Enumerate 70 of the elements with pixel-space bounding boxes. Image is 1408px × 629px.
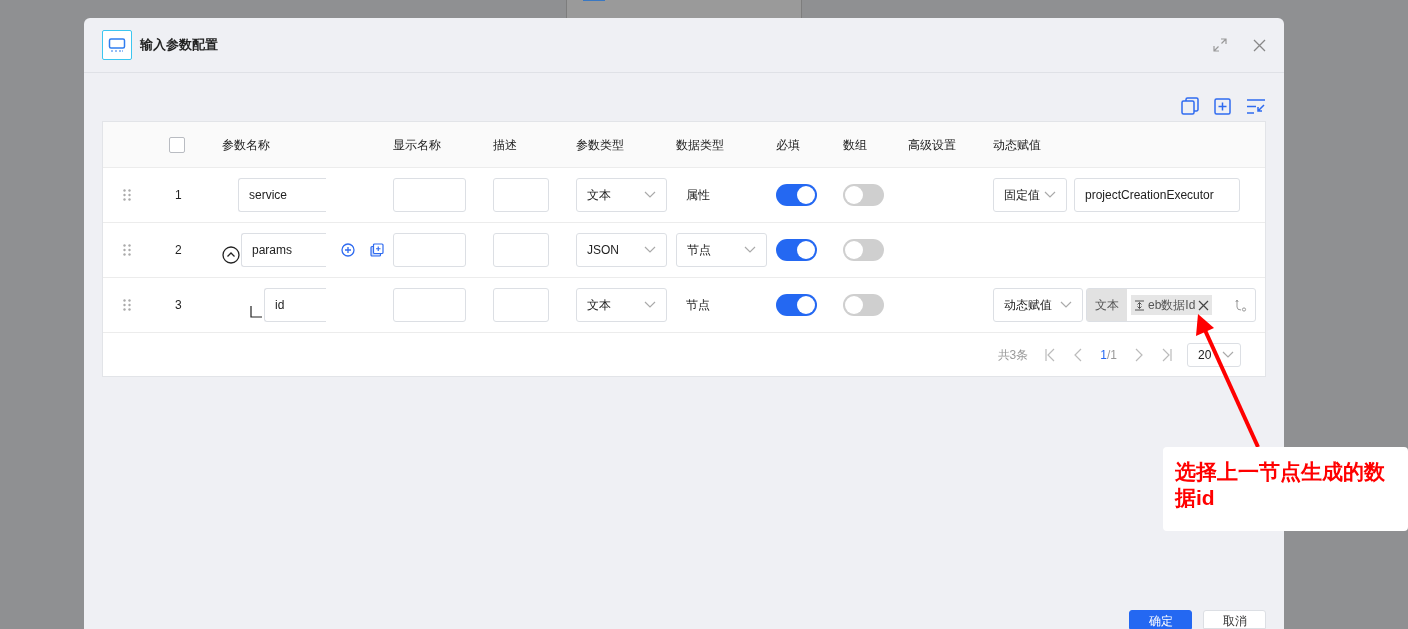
page-size-select[interactable]: 20 xyxy=(1187,342,1241,367)
maximize-icon[interactable] xyxy=(1213,38,1227,52)
param-type-select[interactable]: 文本 xyxy=(576,178,667,212)
description-field[interactable] xyxy=(493,178,549,212)
data-type-text: 节点 xyxy=(686,298,710,312)
chevron-down-icon xyxy=(644,191,656,199)
display-name-field[interactable] xyxy=(393,178,466,212)
chevron-down-icon xyxy=(644,246,656,254)
value-field[interactable]: projectCreationExecutor xyxy=(1074,178,1240,212)
display-name-field[interactable] xyxy=(393,233,466,267)
column-header: 描述 xyxy=(493,137,517,152)
column-header: 动态赋值 xyxy=(993,137,1041,152)
variable-icon xyxy=(1134,299,1145,311)
param-type-select[interactable]: 文本 xyxy=(576,288,667,322)
add-icon[interactable] xyxy=(1214,97,1231,115)
monitor-icon xyxy=(102,30,132,60)
copy-icon[interactable] xyxy=(1181,97,1199,115)
chevron-down-icon xyxy=(644,301,656,309)
remove-icon[interactable] xyxy=(1198,299,1210,311)
source-type-label: 文本 xyxy=(1087,289,1127,321)
data-type-text: 属性 xyxy=(686,188,710,202)
variable-tag[interactable]: eb数据Id xyxy=(1131,295,1213,315)
name-field[interactable]: id xyxy=(264,288,326,322)
description-field[interactable] xyxy=(493,233,549,267)
collapse-list-icon[interactable] xyxy=(1246,97,1266,115)
column-header: 数组 xyxy=(843,137,867,152)
name-field[interactable]: service xyxy=(238,178,326,212)
collapse-icon[interactable] xyxy=(222,246,240,264)
chevron-down-icon xyxy=(1060,301,1072,309)
cancel-button[interactable]: 取消 xyxy=(1203,610,1266,629)
select-all-checkbox[interactable] xyxy=(169,136,185,153)
tree-line-icon xyxy=(250,306,262,318)
display-name-field[interactable] xyxy=(393,288,466,322)
close-icon[interactable] xyxy=(1253,38,1266,52)
annotation-callout: 选择上一节点生成的数据id xyxy=(1163,447,1408,531)
page-indicator: 1/1 xyxy=(1100,346,1117,364)
assignment-mode-select[interactable]: 固定值 xyxy=(993,178,1067,212)
toggle-switch[interactable] xyxy=(776,184,817,206)
source-field[interactable]: 文本 eb数据Id xyxy=(1086,288,1256,322)
swap-icon[interactable] xyxy=(1235,298,1247,312)
param-type-select[interactable]: JSON xyxy=(576,233,667,267)
column-header: 参数名称 xyxy=(222,137,270,152)
drag-handle-icon[interactable] xyxy=(123,299,131,311)
confirm-button[interactable]: 确定 xyxy=(1129,610,1192,629)
assignment-mode-select[interactable]: 动态赋值 xyxy=(993,288,1083,322)
add-circle-icon[interactable] xyxy=(341,243,355,257)
toggle-switch[interactable] xyxy=(843,294,884,316)
toggle-switch[interactable] xyxy=(843,184,884,206)
row-index: 1 xyxy=(175,187,182,204)
name-field[interactable]: params xyxy=(241,233,326,267)
description-field[interactable] xyxy=(493,288,549,322)
chevron-down-icon xyxy=(744,246,756,254)
total-count: 共3条 xyxy=(997,346,1029,364)
dialog-title: 输入参数配置 xyxy=(140,36,218,55)
row-index: 2 xyxy=(175,242,182,259)
copy-add-icon[interactable] xyxy=(370,243,384,257)
column-header: 数据类型 xyxy=(676,137,724,152)
column-header: 显示名称 xyxy=(393,137,441,152)
data-type-select[interactable]: 节点 xyxy=(676,233,767,267)
chevron-down-icon xyxy=(1222,350,1234,359)
column-header: 必填 xyxy=(776,137,800,152)
toggle-switch[interactable] xyxy=(776,294,817,316)
drag-handle-icon[interactable] xyxy=(123,244,131,256)
column-header: 参数类型 xyxy=(576,137,624,152)
toggle-switch[interactable] xyxy=(776,239,817,261)
toggle-switch[interactable] xyxy=(843,239,884,261)
row-index: 3 xyxy=(175,297,182,314)
drag-handle-icon[interactable] xyxy=(123,189,131,201)
chevron-down-icon xyxy=(1044,191,1056,199)
column-header: 高级设置 xyxy=(908,137,956,152)
